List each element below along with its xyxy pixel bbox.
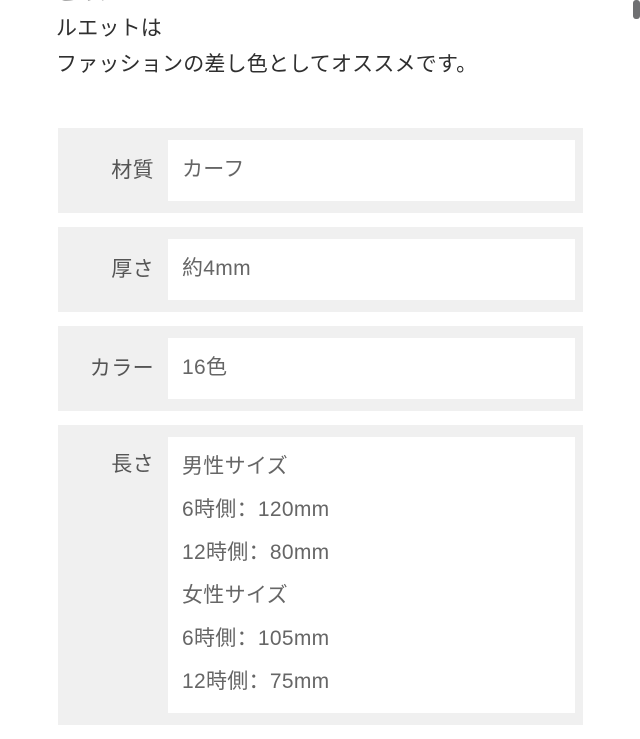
scrollbar-thumb[interactable] (633, 0, 640, 19)
spec-label-material: 材質 (111, 158, 154, 182)
spec-label-thickness: 厚さ (111, 257, 154, 281)
table-row: カラー 16色 (58, 326, 583, 411)
clipped-previous-line-text: このシ (56, 0, 119, 9)
intro-line-1: ルエットは (56, 17, 162, 40)
spec-value-line: 6時側：120mm (182, 498, 330, 521)
spec-value-line: 女性サイズ (182, 584, 288, 607)
spec-value-length: 男性サイズ 6時側：120mm 12時側：80mm 女性サイズ 6時側：105m… (168, 437, 575, 713)
spec-value-line: 16色 (182, 356, 228, 379)
table-row: 材質 カーフ (58, 128, 583, 213)
spec-value-thickness: 約4mm (168, 239, 575, 300)
spec-value-line: 約4mm (182, 257, 251, 280)
spec-value-line: カーフ (182, 158, 245, 181)
intro-paragraph: ルエットは ファッションの差し色としてオススメです。 (56, 11, 616, 83)
table-row: 長さ 男性サイズ 6時側：120mm 12時側：80mm 女性サイズ 6時側：1… (58, 425, 583, 725)
vertical-scrollbar[interactable] (624, 0, 640, 640)
spec-label-color: カラー (89, 356, 154, 380)
specification-table: 材質 カーフ 厚さ 約4mm カラー 16色 長さ 男性サイズ 6時側：120m… (58, 128, 583, 739)
spec-value-material: カーフ (168, 140, 575, 201)
spec-value-line: 12時側：80mm (182, 541, 330, 564)
spec-value-line: 男性サイズ (182, 455, 288, 478)
spec-value-line: 12時側：75mm (182, 670, 330, 693)
spec-value-line: 6時側：105mm (182, 627, 330, 650)
spec-label-length: 長さ (111, 453, 154, 476)
intro-line-2: ファッションの差し色としてオススメです。 (56, 53, 478, 76)
spec-value-color: 16色 (168, 338, 575, 399)
clipped-previous-line: このシ (0, 0, 640, 9)
table-row: 厚さ 約4mm (58, 227, 583, 312)
